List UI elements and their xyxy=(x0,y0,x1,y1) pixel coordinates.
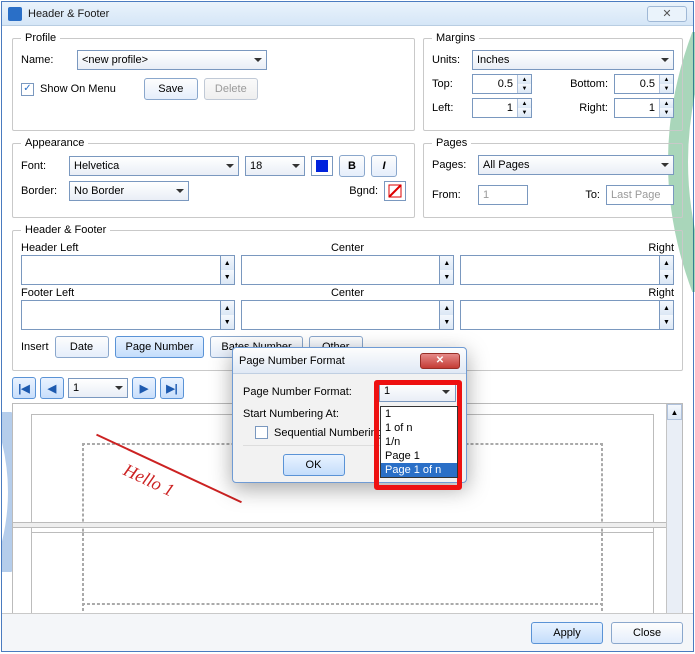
footer-right-input[interactable] xyxy=(460,300,660,330)
header-right-input[interactable] xyxy=(460,255,660,285)
top-label: Top: xyxy=(432,78,466,90)
insert-label: Insert xyxy=(21,341,49,353)
titlebar: Header & Footer ✕ xyxy=(2,2,693,26)
insert-date-button[interactable]: Date xyxy=(55,336,109,358)
nav-first-button[interactable]: |◀ xyxy=(12,377,36,399)
italic-button[interactable]: I xyxy=(371,155,397,177)
units-label: Units: xyxy=(432,54,466,66)
margins-legend: Margins xyxy=(432,32,479,44)
show-on-menu-label: Show On Menu xyxy=(40,83,116,95)
from-input xyxy=(478,185,528,205)
profile-group: Profile Name: <new profile> Show On Menu… xyxy=(12,32,415,131)
left-spinner[interactable]: ▲▼ xyxy=(472,98,532,118)
color-swatch xyxy=(316,160,328,172)
pages-combo[interactable]: All Pages xyxy=(478,155,674,175)
format-dropdown[interactable]: 11 of n1/nPage 1Page 1 of n xyxy=(380,406,458,478)
window-close-button[interactable]: ✕ xyxy=(647,6,687,22)
header-right-spin[interactable]: ▲▼ xyxy=(660,255,674,285)
right-label: Right: xyxy=(579,102,608,114)
no-fill-icon xyxy=(388,184,402,198)
show-on-menu-checkbox[interactable] xyxy=(21,83,34,96)
preview-scrollbar[interactable]: ▲▼ xyxy=(666,404,682,637)
footer-left-spin[interactable]: ▲▼ xyxy=(221,300,235,330)
profile-name-combo[interactable]: <new profile> xyxy=(77,50,267,70)
header-left-spin[interactable]: ▲▼ xyxy=(221,255,235,285)
footer-left-label: Footer Left xyxy=(21,287,235,299)
format-option[interactable]: 1/n xyxy=(381,435,457,449)
footer-center-input[interactable] xyxy=(241,300,441,330)
nav-prev-button[interactable]: ◀ xyxy=(40,377,64,399)
bottom-label: Bottom: xyxy=(570,78,608,90)
format-combo[interactable]: 1 xyxy=(379,382,456,402)
dialog-title: Page Number Format xyxy=(239,355,420,367)
bottom-bar: Apply Close xyxy=(2,613,693,651)
format-option[interactable]: 1 of n xyxy=(381,421,457,435)
footer-right-label: Right xyxy=(460,287,674,299)
footer-center-spin[interactable]: ▲▼ xyxy=(440,300,454,330)
appearance-group: Appearance Font: Helvetica 18 B I Border… xyxy=(12,137,415,218)
header-left-input[interactable] xyxy=(21,255,221,285)
window-title: Header & Footer xyxy=(28,8,647,20)
font-color-picker[interactable] xyxy=(311,156,333,176)
header-right-label: Right xyxy=(460,242,674,254)
header-center-label: Center xyxy=(241,242,455,254)
units-combo[interactable]: Inches xyxy=(472,50,674,70)
appearance-legend: Appearance xyxy=(21,137,88,149)
apply-button[interactable]: Apply xyxy=(531,622,603,644)
format-option[interactable]: Page 1 xyxy=(381,449,457,463)
from-label: From: xyxy=(432,189,472,201)
header-center-input[interactable] xyxy=(241,255,441,285)
bgnd-label: Bgnd: xyxy=(349,185,378,197)
delete-button[interactable]: Delete xyxy=(204,78,258,100)
pages-label: Pages: xyxy=(432,159,472,171)
footer-left-input[interactable] xyxy=(21,300,221,330)
format-option[interactable]: 1 xyxy=(381,407,457,421)
format-option[interactable]: Page 1 of n xyxy=(381,463,457,477)
pages-legend: Pages xyxy=(432,137,471,149)
margins-group: Margins Units: Inches Top: ▲▼ Bottom: ▲▼… xyxy=(423,32,683,131)
format-label: Page Number Format: xyxy=(243,386,373,398)
to-input xyxy=(606,185,674,205)
footer-right-spin[interactable]: ▲▼ xyxy=(660,300,674,330)
font-combo[interactable]: Helvetica xyxy=(69,156,239,176)
footer-center-label: Center xyxy=(241,287,455,299)
sequential-checkbox[interactable] xyxy=(255,426,268,439)
border-label: Border: xyxy=(21,185,63,197)
app-icon xyxy=(8,7,22,21)
hf-legend: Header & Footer xyxy=(21,224,110,236)
insert-page-number-button[interactable]: Page Number xyxy=(115,336,205,358)
bottom-spinner[interactable]: ▲▼ xyxy=(614,74,674,94)
nav-last-button[interactable]: ▶| xyxy=(160,377,184,399)
name-label: Name: xyxy=(21,54,71,66)
dialog-ok-button[interactable]: OK xyxy=(283,454,345,476)
pages-group: Pages Pages: All Pages From: To: xyxy=(423,137,683,218)
nav-next-button[interactable]: ▶ xyxy=(132,377,156,399)
top-spinner[interactable]: ▲▼ xyxy=(472,74,532,94)
preview-text: Hello 1 xyxy=(120,460,177,502)
dialog-titlebar: Page Number Format ✕ xyxy=(233,348,466,374)
to-label: To: xyxy=(585,189,600,201)
nav-page-combo[interactable]: 1 xyxy=(68,378,128,398)
left-label: Left: xyxy=(432,102,466,114)
bold-button[interactable]: B xyxy=(339,155,365,177)
header-left-label: Header Left xyxy=(21,242,235,254)
font-size-combo[interactable]: 18 xyxy=(245,156,305,176)
sequential-label: Sequential Numbering xyxy=(274,427,383,439)
font-label: Font: xyxy=(21,160,63,172)
close-button[interactable]: Close xyxy=(611,622,683,644)
profile-legend: Profile xyxy=(21,32,60,44)
bgnd-picker[interactable] xyxy=(384,181,406,201)
dialog-close-button[interactable]: ✕ xyxy=(420,353,460,369)
header-center-spin[interactable]: ▲▼ xyxy=(440,255,454,285)
border-combo[interactable]: No Border xyxy=(69,181,189,201)
save-button[interactable]: Save xyxy=(144,78,198,100)
start-label: Start Numbering At: xyxy=(243,408,373,420)
right-spinner[interactable]: ▲▼ xyxy=(614,98,674,118)
